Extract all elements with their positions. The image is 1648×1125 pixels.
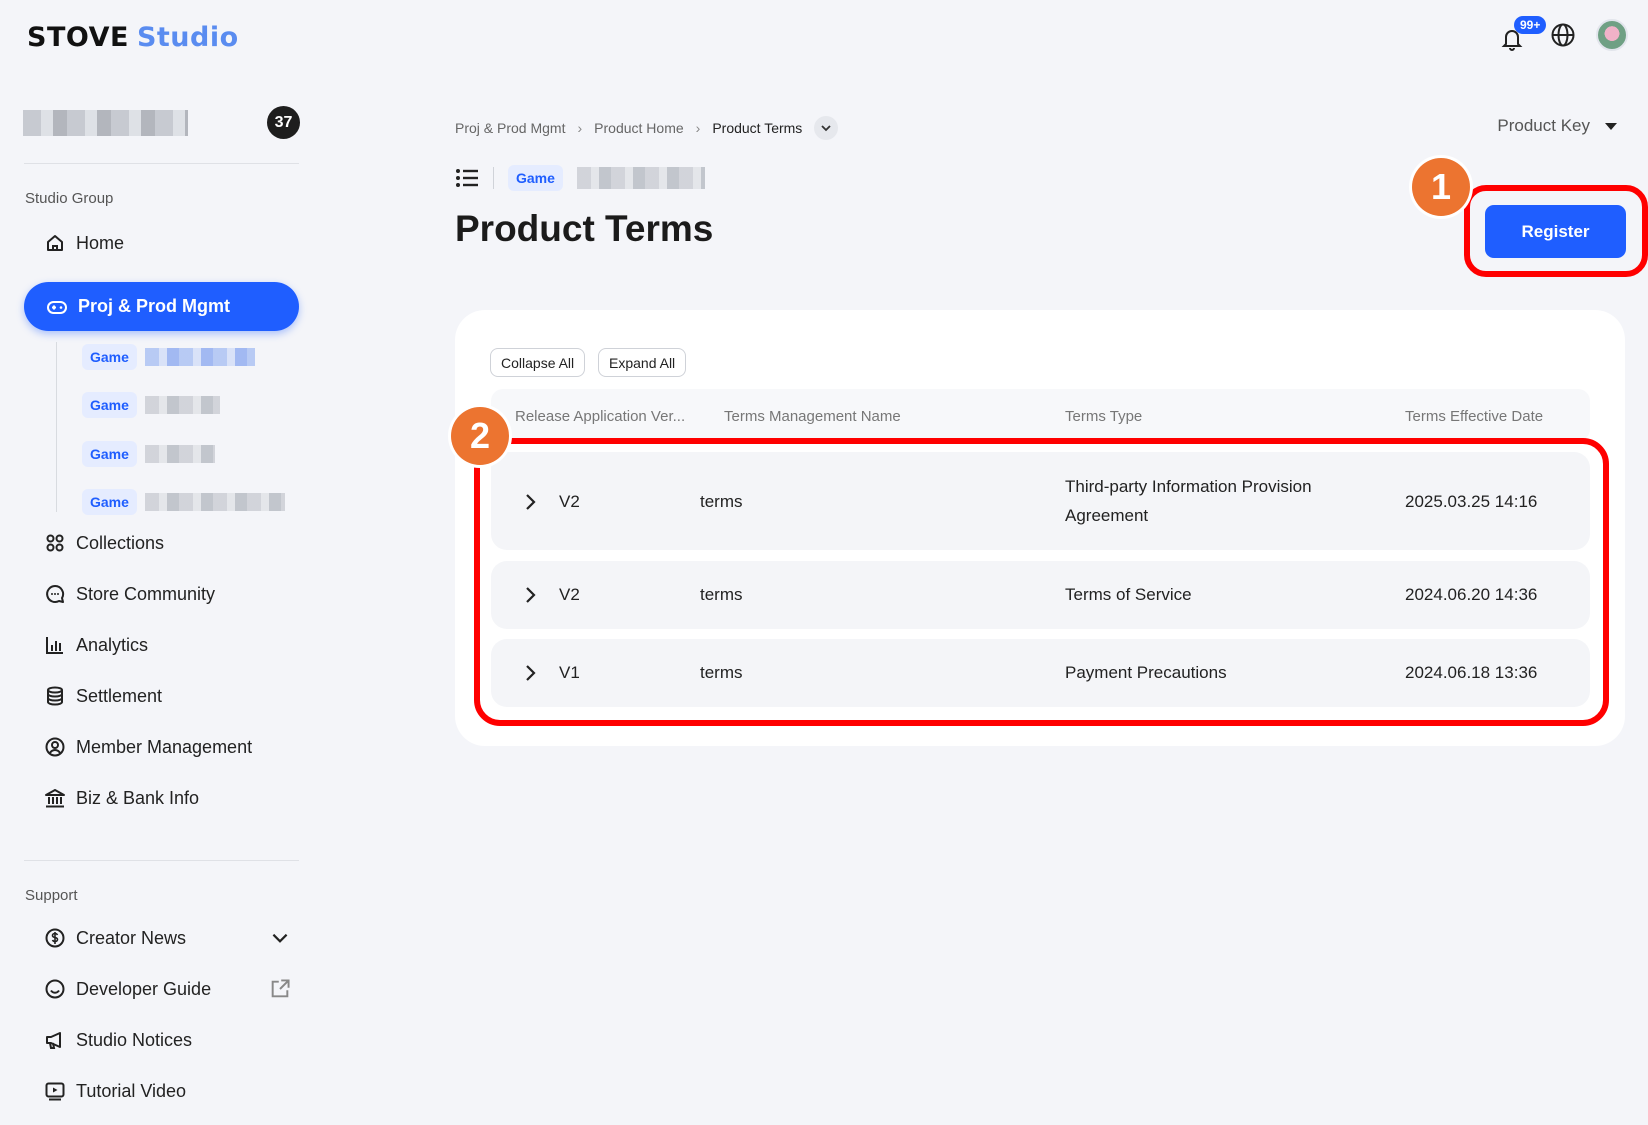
product-key-dropdown[interactable]: Product Key: [1497, 116, 1618, 136]
logo-secondary: Studio: [136, 22, 239, 53]
database-icon: [47, 686, 63, 706]
column-header: Terms Effective Date: [1405, 408, 1544, 425]
step-badge-1: 1: [1412, 158, 1470, 216]
sidebar-item-member-management[interactable]: Member Management: [44, 732, 252, 762]
sidebar-divider: [24, 163, 299, 164]
game-tag: Game: [82, 392, 137, 418]
sidebar-item-tutorial-video[interactable]: Tutorial Video: [44, 1076, 186, 1106]
chevron-down-icon: [821, 125, 831, 132]
sidebar-item-biz-bank-info[interactable]: Biz & Bank Info: [44, 783, 199, 813]
sidebar-item-developer-guide[interactable]: Developer Guide: [44, 974, 290, 1004]
sidebar-item-label: Biz & Bank Info: [76, 787, 200, 808]
user-circle-icon: [45, 737, 65, 757]
sidebar-item-label: Creator News: [76, 927, 187, 948]
expand-all-button[interactable]: Expand All: [598, 348, 687, 377]
sidebar-game-2[interactable]: Game: [82, 392, 220, 418]
chevron-down-icon: [272, 933, 288, 943]
sidebar-item-creator-news[interactable]: Creator News: [44, 923, 288, 953]
breadcrumb-current: Product Terms: [712, 120, 803, 136]
controller-icon: [47, 300, 67, 314]
smile-icon: [45, 979, 65, 999]
sidebar-item-proj-prod-mgmt[interactable]: Proj & Prod Mgmt: [24, 282, 299, 331]
sidebar-item-label: Home: [76, 232, 125, 253]
sidebar-item-studio-notices[interactable]: Studio Notices: [44, 1025, 192, 1055]
globe-icon[interactable]: [1550, 22, 1576, 48]
chevron-right-icon: ›: [577, 120, 583, 136]
notification-count-badge: 99+: [1514, 16, 1547, 34]
sidebar-item-analytics[interactable]: Analytics: [44, 630, 148, 660]
register-button[interactable]: Register: [1485, 205, 1626, 258]
sidebar-item-label: Developer Guide: [76, 978, 212, 999]
game-name-blurred: [144, 445, 215, 463]
column-header: Terms Management Name: [724, 408, 901, 425]
studio-group-label: Studio Group: [25, 190, 114, 207]
notifications-button[interactable]: 99+: [1500, 16, 1547, 52]
sidebar-item-label: Settlement: [76, 685, 163, 706]
sidebar-item-collections[interactable]: Collections: [44, 528, 164, 558]
list-icon[interactable]: [455, 167, 479, 189]
breadcrumb-item[interactable]: Product Home: [594, 120, 683, 136]
chat-icon: [46, 584, 65, 603]
page-title: Product Terms: [455, 208, 714, 249]
sidebar-game-4[interactable]: Game: [82, 489, 285, 515]
top-icons: 99+: [1500, 16, 1628, 52]
logo-primary: STOVE: [27, 22, 129, 53]
sidebar-item-label: Store Community: [76, 583, 216, 604]
game-tag: Game: [82, 489, 137, 515]
chart-icon: [46, 637, 63, 654]
chevron-right-icon: ›: [695, 120, 701, 136]
avatar[interactable]: [1596, 19, 1628, 51]
sidebar-game-1[interactable]: Game: [82, 344, 255, 370]
sidebar-item-label: Proj & Prod Mgmt: [78, 296, 230, 316]
caret-down-icon: [1605, 123, 1617, 130]
game-tag: Game: [82, 441, 137, 467]
sidebar-divider: [24, 860, 299, 861]
game-name-blurred: [144, 348, 255, 366]
column-header: Release Application Ver...: [515, 408, 686, 425]
bank-icon: [45, 789, 65, 808]
sidebar-item-store-community[interactable]: Store Community: [44, 579, 215, 609]
game-name-blurred: [144, 396, 220, 414]
grid-icon: [46, 534, 64, 552]
dollar-circle-icon: [45, 928, 65, 948]
game-tag: Game: [82, 344, 137, 370]
game-name-blurred: [144, 493, 285, 511]
product-key-label: Product Key: [1497, 116, 1590, 135]
highlight-box-rows: [474, 438, 1609, 726]
game-name-blurred: [576, 167, 705, 189]
account-name-blurred[interactable]: [23, 110, 188, 136]
home-icon: [47, 235, 63, 251]
tree-line: [56, 342, 57, 512]
title-row: Game: [455, 165, 705, 191]
support-label: Support: [25, 887, 78, 904]
play-icon: [45, 1082, 65, 1101]
breadcrumb-dropdown-button[interactable]: [814, 116, 839, 140]
breadcrumb-item[interactable]: Proj & Prod Mgmt: [455, 120, 565, 136]
separator: [493, 167, 494, 189]
sidebar-item-settlement[interactable]: Settlement: [44, 681, 162, 711]
breadcrumb: Proj & Prod Mgmt › Product Home › Produc…: [455, 116, 839, 140]
game-tag: Game: [508, 165, 563, 191]
collapse-all-button[interactable]: Collapse All: [490, 348, 586, 377]
sidebar-item-label: Tutorial Video: [76, 1080, 187, 1101]
megaphone-icon: [46, 1032, 61, 1049]
stove-studio-logo[interactable]: STOVE Studio: [27, 22, 239, 53]
external-link-icon: [271, 979, 290, 998]
column-header: Terms Type: [1065, 408, 1143, 425]
sidebar-item-label: Member Management: [76, 736, 253, 757]
sidebar: 37 Studio Group Home Proj & Prod Mgmt Ga…: [0, 90, 320, 1125]
sidebar-item-label: Collections: [76, 532, 165, 553]
sidebar-game-3[interactable]: Game: [82, 441, 215, 467]
sidebar-item-label: Studio Notices: [76, 1029, 193, 1050]
sidebar-item-home[interactable]: Home: [44, 228, 124, 258]
sidebar-item-label: Analytics: [76, 634, 149, 655]
step-badge-2: 2: [451, 407, 509, 465]
member-count-badge: 37: [267, 106, 300, 139]
